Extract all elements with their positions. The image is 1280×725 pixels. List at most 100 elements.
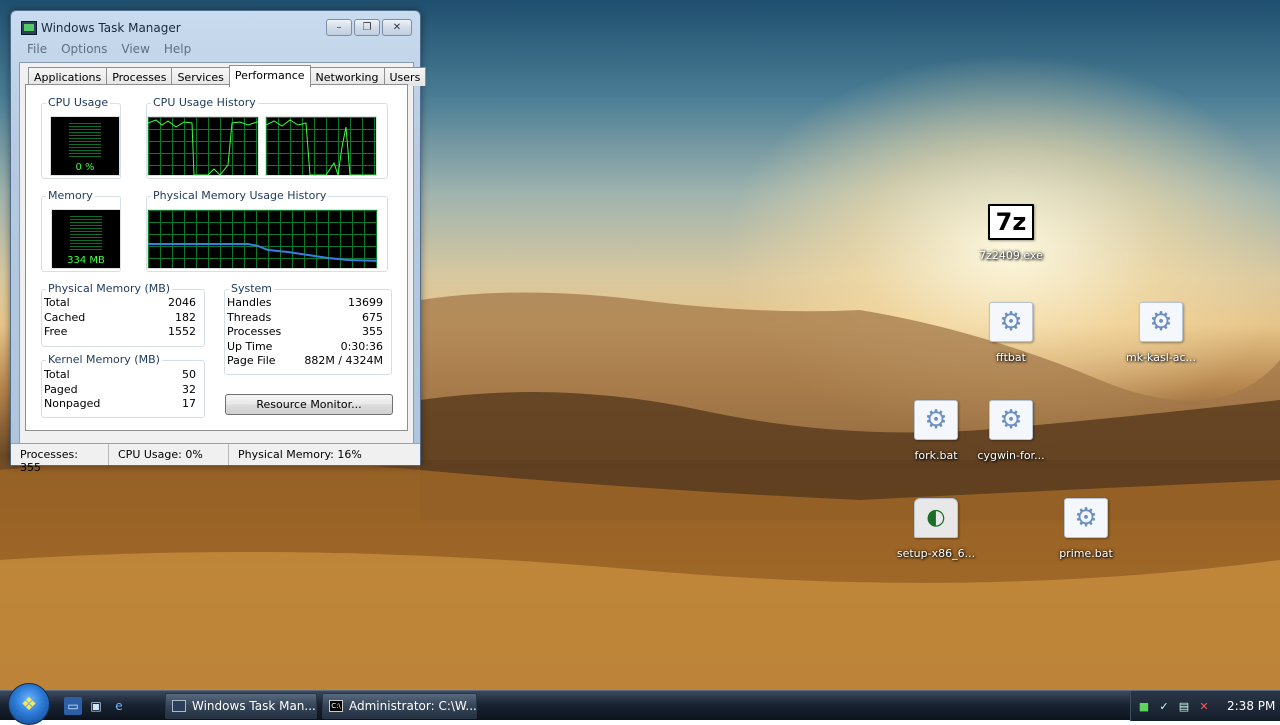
stat-row: Nonpaged 17 <box>44 397 196 412</box>
taskbar-button-cmd[interactable]: C:\ Administrator: C:\W... <box>322 693 477 719</box>
batch-file-icon: ⚙ <box>989 302 1033 342</box>
stat-label: Free <box>44 325 68 338</box>
stat-row: Cached 182 <box>44 311 196 326</box>
desktop-icon-setup-x86[interactable]: ◐ setup-x86_6... <box>886 498 986 560</box>
stat-value: 1552 <box>168 325 196 338</box>
show-desktop-icon[interactable]: ▭ <box>64 697 82 715</box>
network-icon[interactable]: ▤ <box>1177 699 1191 713</box>
status-bar: Processes: 355 CPU Usage: 0% Physical Me… <box>11 443 420 474</box>
close-button[interactable]: ✕ <box>382 19 412 36</box>
stat-label: Cached <box>44 310 86 324</box>
resource-monitor-button[interactable]: Resource Monitor... <box>225 394 393 415</box>
stat-row: Threads 675 <box>227 311 383 326</box>
tab-performance[interactable]: Performance <box>228 65 311 87</box>
taskbar-button-label: Administrator: C:\W... <box>349 699 477 713</box>
stat-label: Paged <box>44 382 78 396</box>
cpu-history-group: CPU Usage History <box>146 96 388 179</box>
volume-muted-icon[interactable]: ✕ <box>1197 699 1211 713</box>
maximize-button[interactable]: ❐ <box>354 19 380 36</box>
stat-value: 182 <box>175 310 196 324</box>
clock[interactable]: 2:38 PM <box>1227 699 1275 713</box>
memory-history-label: Physical Memory Usage History <box>151 189 329 202</box>
desktop-icon-label: prime.bat <box>1059 547 1113 560</box>
kernel-memory-group: Kernel Memory (MB) Total 50 Paged 32 Nonpa… <box>41 353 205 418</box>
desktop-icon-fftbat[interactable]: ⚙ fftbat <box>961 302 1061 364</box>
tab-strip: Applications Processes Services Performa… <box>28 65 427 87</box>
batch-file-icon: ⚙ <box>989 400 1033 440</box>
taskbar-button-label: Windows Task Man... <box>192 699 316 713</box>
memory-group: Memory 334 MB <box>41 189 121 272</box>
stat-label: Nonpaged <box>44 397 101 410</box>
stat-row: Free 1552 <box>44 325 196 340</box>
cpu-history-graph-core-2 <box>265 116 377 176</box>
memory-history-graph <box>147 209 378 269</box>
menu-options[interactable]: Options <box>54 41 114 59</box>
cpu-history-graph-core-1 <box>147 116 259 176</box>
desktop-icon-label: mk-kasl-ac... <box>1125 351 1196 364</box>
stat-value: 0:30:36 <box>340 339 383 353</box>
physical-memory-title: Physical Memory (MB) <box>46 282 173 295</box>
stat-value: 675 <box>362 310 383 324</box>
stat-row: Up Time 0:30:36 <box>227 340 383 355</box>
stat-row: Total 2046 <box>44 296 196 311</box>
stat-value: 882M / 4324M <box>304 354 383 367</box>
start-button[interactable]: ❖ <box>8 683 50 725</box>
memory-history-line <box>148 243 377 262</box>
system-group: System Handles 13699 Threads 675 Processes… <box>224 282 392 375</box>
cygwin-setup-icon: ◐ <box>914 498 958 538</box>
internet-explorer-icon[interactable]: e <box>110 697 128 715</box>
minimize-button[interactable]: – <box>326 19 352 36</box>
stat-label: Processes <box>227 325 282 338</box>
memory-value: 334 MB <box>67 255 105 266</box>
switch-windows-icon[interactable]: ▣ <box>87 697 105 715</box>
batch-file-icon: ⚙ <box>914 400 958 440</box>
menu-bar: File Options View Help <box>19 41 412 59</box>
task-manager-body: Applications Processes Services Performa… <box>19 62 427 446</box>
memory-gauge: 334 MB <box>51 209 121 269</box>
system-title: System <box>229 282 275 295</box>
desktop-icon-label: setup-x86_6... <box>896 547 976 560</box>
taskbar: ❖ ▭ ▣ e Windows Task Man... C:\ Administ… <box>0 683 1280 725</box>
cpu-history-line-1 <box>148 119 258 175</box>
menu-view[interactable]: View <box>114 41 156 59</box>
desktop-icon-7z2409[interactable]: 7z 7z2409.exe <box>961 204 1061 262</box>
desktop-icon-cygwin-for[interactable]: ⚙ cygwin-for... <box>961 400 1061 462</box>
desktop-icon-label: cygwin-for... <box>977 449 1045 462</box>
status-physical-memory: Physical Memory: 16% <box>238 448 362 461</box>
cpu-history-label: CPU Usage History <box>151 96 258 109</box>
cpu-usage-value: 0 % <box>75 162 95 173</box>
stat-row: Total 50 <box>44 368 196 383</box>
stat-label: Threads <box>227 310 272 324</box>
title-bar[interactable]: Windows Task Manager – ❐ ✕ <box>11 11 420 41</box>
task-manager-window[interactable]: Windows Task Manager – ❐ ✕ File Options … <box>10 10 427 474</box>
taskbar-button-task-manager[interactable]: Windows Task Man... <box>165 693 317 719</box>
stat-value: 13699 <box>348 296 383 309</box>
windows-logo-icon: ❖ <box>20 693 38 715</box>
stat-label: Total <box>44 296 70 309</box>
stat-value: 17 <box>182 397 196 410</box>
performance-page: CPU Usage 0 % CPU Usage History Memory 3… <box>25 84 408 431</box>
stat-row: Handles 13699 <box>227 296 383 311</box>
memory-history-group: Physical Memory Usage History <box>146 189 388 272</box>
status-processes: Processes: 355 <box>11 444 109 474</box>
7z-icon: 7z <box>988 204 1034 240</box>
menu-help[interactable]: Help <box>157 41 198 59</box>
cpu-history-line-2 <box>266 119 376 175</box>
batch-file-icon: ⚙ <box>1139 302 1183 342</box>
stat-row: Paged 32 <box>44 383 196 398</box>
desktop-icon-mk-kasl[interactable]: ⚙ mk-kasl-ac... <box>1111 302 1211 364</box>
stat-value: 2046 <box>168 296 196 309</box>
physical-memory-group: Physical Memory (MB) Total 2046 Cached 182… <box>41 282 205 347</box>
stat-label: Handles <box>227 296 272 309</box>
task-manager-tray-icon[interactable]: ■ <box>1137 699 1151 713</box>
menu-file[interactable]: File <box>19 41 54 59</box>
cmd-icon: C:\ <box>329 700 343 712</box>
memory-gauge-bars <box>70 216 102 252</box>
desktop-icon-prime[interactable]: ⚙ prime.bat <box>1036 498 1136 560</box>
stat-value: 32 <box>182 382 196 396</box>
desktop-icon-label: fftbat <box>996 351 1026 364</box>
stat-row: Page File 882M / 4324M <box>227 354 383 369</box>
batch-file-icon: ⚙ <box>1064 498 1108 538</box>
safely-remove-icon[interactable]: ✓ <box>1157 699 1171 713</box>
memory-label: Memory <box>46 189 95 202</box>
